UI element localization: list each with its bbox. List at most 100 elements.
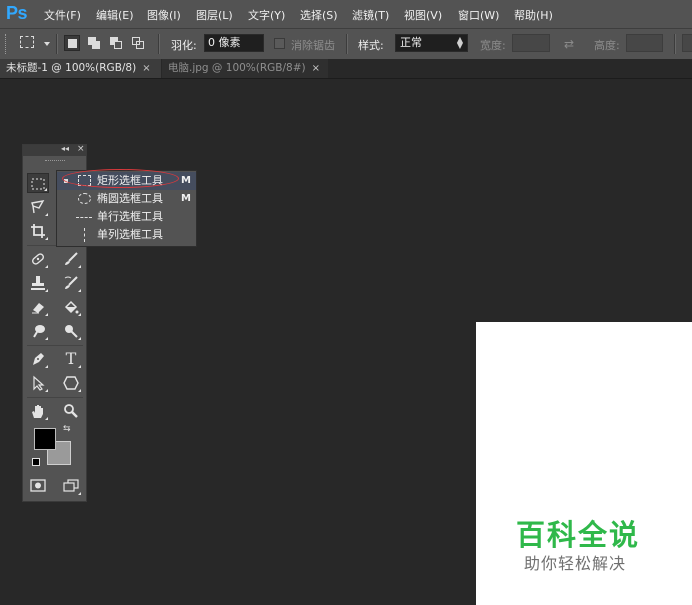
menu-help[interactable]: 帮助(H) — [514, 7, 553, 23]
options-bar: 羽化: 0 像素 消除锯齿 样式: 正常 ▲ ▼ 宽度: ⇄ 高度: — [0, 28, 692, 60]
divider — [27, 345, 83, 346]
watermark-subtitle: 助你轻松解决 — [524, 554, 627, 573]
clone-stamp-tool[interactable] — [27, 273, 49, 293]
intersect-selection-button[interactable] — [130, 35, 146, 51]
shortcut-key: M — [181, 175, 191, 186]
dodge-icon — [65, 325, 78, 338]
crop-icon — [31, 224, 45, 238]
tab-label: 未标题-1 @ 100%(RGB/8) — [6, 62, 137, 74]
menu-filter[interactable]: 滤镜(T) — [352, 7, 389, 23]
smudge-icon — [33, 325, 45, 338]
antialias-label: 消除锯齿 — [291, 39, 335, 52]
brush-icon — [65, 252, 78, 265]
collapse-icon[interactable]: ◂◂ — [61, 144, 69, 153]
feather-input[interactable]: 0 像素 — [204, 34, 264, 52]
close-icon[interactable]: × — [142, 59, 150, 78]
menu-type[interactable]: 文字(Y) — [248, 7, 285, 23]
refine-edge-button[interactable] — [682, 34, 692, 52]
paint-bucket-tool[interactable] — [60, 297, 82, 317]
default-colors-icon[interactable] — [32, 458, 40, 466]
menu-edit[interactable]: 编辑(E) — [96, 7, 134, 23]
add-to-selection-button[interactable] — [86, 35, 102, 51]
type-tool[interactable]: T — [60, 349, 82, 369]
hand-tool[interactable] — [27, 401, 49, 421]
swap-width-height-icon[interactable]: ⇄ — [564, 37, 574, 51]
style-select-value: 正常 — [400, 36, 422, 49]
quick-mask-icon — [30, 479, 46, 492]
quick-mask-button[interactable] — [27, 476, 49, 496]
feather-label: 羽化: — [171, 39, 197, 52]
tools-panel-header[interactable]: ◂◂ × — [23, 144, 86, 156]
rectangular-marquee-icon — [31, 178, 45, 190]
flyout-item-elliptical-marquee[interactable]: 椭圆选框工具 M — [57, 190, 196, 208]
height-input[interactable] — [626, 34, 663, 52]
paint-bucket-icon — [64, 300, 79, 314]
new-selection-button[interactable] — [64, 35, 80, 51]
single-row-marquee-icon — [76, 217, 92, 218]
menu-image[interactable]: 图像(I) — [147, 7, 181, 23]
history-brush-tool[interactable] — [60, 273, 82, 293]
style-label: 样式: — [358, 39, 384, 52]
menu-bar: Ps 文件(F) 编辑(E) 图像(I) 图层(L) 文字(Y) 选择(S) 滤… — [0, 0, 692, 28]
style-select[interactable]: 正常 ▲ ▼ — [395, 34, 468, 52]
eraser-icon — [32, 303, 44, 314]
eraser-tool[interactable] — [27, 297, 49, 317]
elliptical-marquee-icon — [78, 193, 91, 204]
watermark-title: 百科全说 — [516, 518, 641, 552]
pen-tool[interactable] — [27, 349, 49, 369]
dodge-tool[interactable] — [60, 321, 82, 341]
document-tab-bar: 未标题-1 @ 100%(RGB/8) × 电脑.jpg @ 100%(RGB/8… — [0, 59, 692, 79]
tool-preset-marquee-icon[interactable] — [20, 36, 34, 48]
width-input[interactable] — [512, 34, 550, 52]
lasso-icon — [31, 200, 45, 214]
tab-label: 电脑.jpg @ 100%(RGB/8#) — [168, 62, 306, 74]
menu-view[interactable]: 视图(V) — [404, 7, 442, 23]
height-label: 高度: — [594, 39, 620, 52]
menu-select[interactable]: 选择(S) — [300, 7, 338, 23]
path-selection-tool[interactable] — [27, 373, 49, 393]
shape-tool[interactable] — [60, 373, 82, 393]
flyout-item-label: 椭圆选框工具 — [97, 192, 163, 205]
screen-mode-button[interactable] — [60, 476, 82, 496]
flyout-item-single-column-marquee[interactable]: 单列选框工具 — [57, 226, 196, 244]
menu-file[interactable]: 文件(F) — [44, 7, 81, 23]
panel-grip[interactable] — [45, 160, 65, 163]
rectangular-marquee-tool[interactable] — [27, 173, 49, 193]
divider — [346, 34, 348, 54]
hand-icon — [32, 405, 43, 418]
menu-layer[interactable]: 图层(L) — [196, 7, 233, 23]
width-label: 宽度: — [480, 39, 506, 52]
single-column-marquee-icon — [84, 228, 85, 242]
tab-untitled-1[interactable]: 未标题-1 @ 100%(RGB/8) × — [0, 59, 161, 78]
crop-tool[interactable] — [27, 221, 49, 241]
arrow-pointer-icon — [33, 375, 45, 391]
tab-computer-jpg[interactable]: 电脑.jpg @ 100%(RGB/8#) × — [162, 59, 328, 78]
divider — [56, 34, 58, 54]
hexagon-icon — [63, 376, 79, 390]
shortcut-key: M — [181, 193, 191, 204]
history-brush-icon — [64, 276, 78, 289]
divider — [27, 397, 83, 398]
brush-tool[interactable] — [60, 249, 82, 269]
highlight-annotation-oval — [62, 169, 179, 188]
menu-window[interactable]: 窗口(W) — [458, 7, 499, 23]
flyout-item-single-row-marquee[interactable]: 单行选框工具 — [57, 208, 196, 226]
subtract-from-selection-button[interactable] — [108, 35, 124, 51]
swap-colors-icon[interactable]: ⇆ — [63, 424, 71, 434]
screen-mode-icon — [63, 479, 79, 492]
blur-tool[interactable] — [27, 321, 49, 341]
options-grip[interactable] — [5, 34, 9, 54]
updown-arrow-icon: ▲ ▼ — [456, 35, 463, 50]
zoom-tool[interactable] — [60, 401, 82, 421]
close-icon[interactable]: × — [312, 59, 320, 78]
magnifier-icon — [64, 404, 78, 418]
lasso-tool[interactable] — [27, 197, 49, 217]
flyout-item-label: 单列选框工具 — [97, 228, 163, 241]
chevron-down-icon[interactable] — [44, 42, 50, 46]
spot-healing-brush-tool[interactable] — [27, 249, 49, 269]
close-icon[interactable]: × — [77, 144, 85, 154]
divider — [674, 34, 676, 54]
bandage-icon — [32, 253, 44, 265]
antialias-checkbox[interactable] — [274, 38, 285, 49]
foreground-color-swatch[interactable] — [34, 428, 56, 450]
